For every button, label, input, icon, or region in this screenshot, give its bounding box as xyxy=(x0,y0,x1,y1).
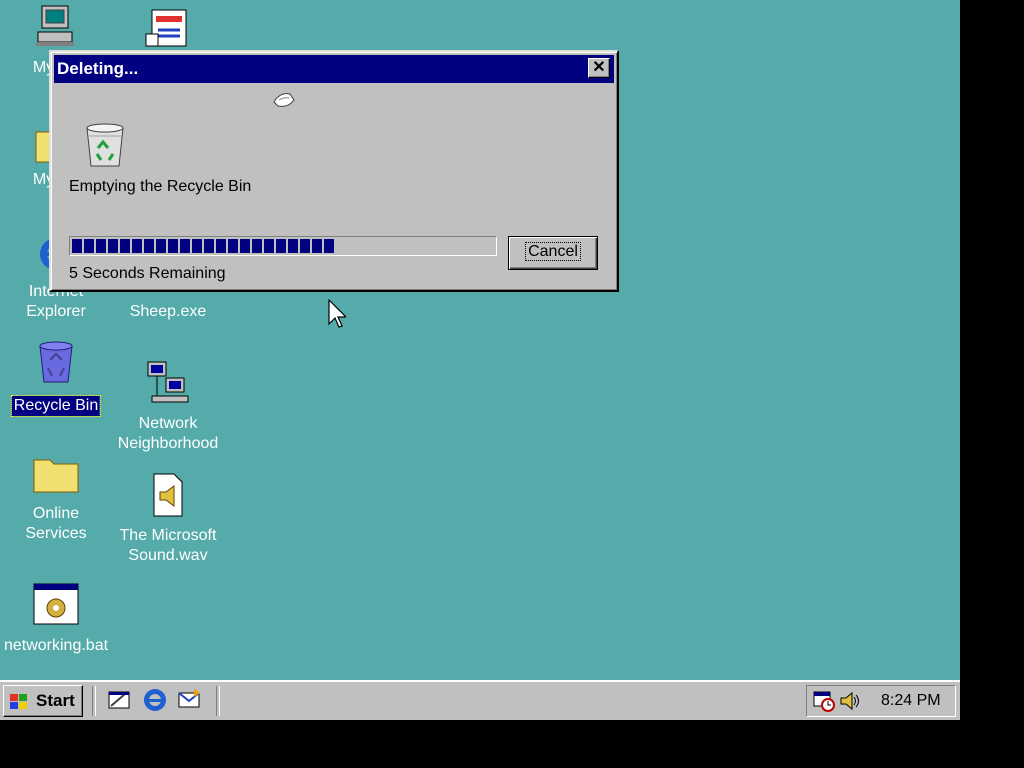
volume-icon[interactable] xyxy=(839,690,861,712)
close-button[interactable]: ✕ xyxy=(588,58,610,78)
desktop-icon-inbox[interactable] xyxy=(112,2,224,52)
folder-icon xyxy=(33,459,79,493)
network-neighborhood-icon xyxy=(147,361,189,403)
dialog-titlebar[interactable]: Deleting... ✕ xyxy=(54,55,614,83)
start-label: Start xyxy=(36,691,75,710)
taskbar: Start 8:24 PM xyxy=(0,680,960,720)
desktop-icon-label: networking.bat xyxy=(3,637,109,654)
start-button[interactable]: Start xyxy=(3,685,83,717)
taskbar-separator xyxy=(92,686,96,716)
my-computer-icon xyxy=(36,5,74,46)
desktop-icon-label: Network Neighborhood xyxy=(117,415,219,452)
cancel-button[interactable]: Cancel xyxy=(508,236,598,270)
desktop-icon-online-services[interactable]: Online Services xyxy=(0,450,112,546)
time-remaining: 5 Seconds Remaining xyxy=(69,265,226,282)
internet-explorer-icon[interactable] xyxy=(142,687,168,713)
desktop-icon-label: Recycle Bin xyxy=(10,395,102,417)
outlook-express-icon[interactable] xyxy=(176,687,202,713)
progress-bar xyxy=(69,236,497,256)
sound-file-icon xyxy=(153,473,183,517)
cancel-button-label: Cancel xyxy=(525,242,581,261)
desktop-icon-label: Sheep.exe xyxy=(129,303,207,320)
scheduler-icon[interactable] xyxy=(813,690,835,712)
clock[interactable]: 8:24 PM xyxy=(881,692,941,710)
taskbar-separator xyxy=(216,686,220,716)
dialog-message: Emptying the Recycle Bin xyxy=(69,178,252,195)
windows-logo-icon xyxy=(10,694,27,709)
show-desktop-icon[interactable] xyxy=(106,687,132,713)
mouse-pointer-icon xyxy=(328,299,346,328)
inbox-icon xyxy=(145,9,187,47)
recycle-bin-icon xyxy=(86,123,124,167)
flying-paper-icon xyxy=(273,93,295,107)
desktop-icon-label: The Microsoft Sound.wav xyxy=(119,527,217,564)
desktop: My Co My Do Internet Explorer Recycle Bi… xyxy=(0,0,960,720)
desktop-icon-recycle-bin[interactable]: Recycle Bin xyxy=(0,338,112,418)
batch-file-icon xyxy=(33,583,79,625)
system-tray: 8:24 PM xyxy=(806,685,956,717)
desktop-icon-networking-bat[interactable]: networking.bat xyxy=(0,580,112,660)
progress-bar-fill xyxy=(72,239,334,253)
dialog-title: Deleting... xyxy=(57,59,139,78)
desktop-icon-microsoft-sound[interactable]: The Microsoft Sound.wav xyxy=(112,472,224,568)
recycle-bin-icon xyxy=(39,341,73,383)
deleting-dialog: Deleting... ✕ Emptying the Recycle Bin 5… xyxy=(49,50,619,292)
desktop-icon-label: Online Services xyxy=(25,505,87,542)
desktop-icon-network-neighborhood[interactable]: Network Neighborhood xyxy=(112,358,224,454)
